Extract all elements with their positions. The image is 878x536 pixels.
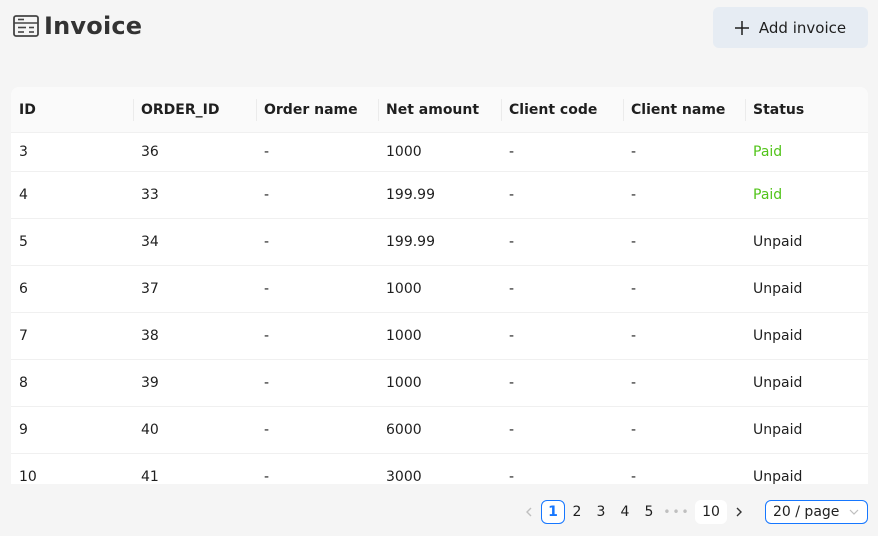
prev-page-button[interactable] bbox=[517, 500, 541, 524]
table-row[interactable]: 4 33 - 199.99 - - Paid bbox=[11, 172, 868, 219]
add-invoice-label: Add invoice bbox=[758, 18, 847, 37]
cell-net-amount: 199.99 bbox=[386, 187, 435, 203]
column-header-client-code[interactable]: Client code bbox=[501, 87, 623, 132]
cell-net-amount: 1000 bbox=[386, 328, 422, 344]
cell-status: Unpaid bbox=[753, 375, 803, 391]
cell-order-id: 41 bbox=[141, 469, 159, 484]
cell-net-amount: 1000 bbox=[386, 375, 422, 391]
cell-client-code: - bbox=[509, 281, 515, 297]
column-header-id[interactable]: ID bbox=[11, 87, 133, 132]
cell-net-amount: 3000 bbox=[386, 469, 422, 484]
page-3-button[interactable]: 3 bbox=[589, 500, 613, 524]
add-invoice-button[interactable]: Add invoice bbox=[713, 7, 868, 48]
cell-client-code: - bbox=[509, 422, 515, 438]
cell-id: 4 bbox=[19, 187, 28, 203]
table-row[interactable]: 7 38 - 1000 - - Unpaid bbox=[11, 313, 868, 360]
cell-status: Unpaid bbox=[753, 469, 803, 484]
cell-order-name: - bbox=[264, 281, 270, 297]
pagination: 1 2 3 4 5 ••• 10 20 / page bbox=[517, 500, 868, 524]
table-body: 3 36 - 1000 - - Paid 4 33 - 199.99 - - Paid 5 34 - 199.99… bbox=[11, 133, 868, 484]
cell-net-amount: 6000 bbox=[386, 422, 422, 438]
cell-id: 9 bbox=[19, 422, 28, 438]
page-size-value: 20 / page bbox=[773, 504, 840, 520]
next-page-button[interactable] bbox=[727, 500, 751, 524]
cell-order-id: 34 bbox=[141, 234, 159, 250]
page-5-button[interactable]: 5 bbox=[637, 500, 661, 524]
cell-client-code: - bbox=[509, 375, 515, 391]
cell-client-name: - bbox=[631, 375, 637, 391]
cell-order-id: 37 bbox=[141, 281, 159, 297]
table-row[interactable]: 6 37 - 1000 - - Unpaid bbox=[11, 266, 868, 313]
table-row[interactable]: 10 41 - 3000 - - Unpaid bbox=[11, 454, 868, 484]
cell-net-amount: 1000 bbox=[386, 281, 422, 297]
column-header-status[interactable]: Status bbox=[745, 87, 868, 132]
cell-id: 6 bbox=[19, 281, 28, 297]
cell-status: Unpaid bbox=[753, 328, 803, 344]
column-header-order-name[interactable]: Order name bbox=[256, 87, 378, 132]
column-header-net-amount[interactable]: Net amount bbox=[378, 87, 501, 132]
cell-status: Paid bbox=[753, 187, 783, 203]
cell-id: 5 bbox=[19, 234, 28, 250]
table-row[interactable]: 3 36 - 1000 - - Paid bbox=[11, 133, 868, 172]
cell-client-code: - bbox=[509, 469, 515, 484]
cell-client-name: - bbox=[631, 144, 637, 160]
cell-client-name: - bbox=[631, 234, 637, 250]
cell-order-name: - bbox=[264, 187, 270, 203]
cell-order-id: 38 bbox=[141, 328, 159, 344]
title-wrap: Invoice bbox=[12, 12, 142, 40]
cell-client-code: - bbox=[509, 144, 515, 160]
page-10-button[interactable]: 10 bbox=[695, 500, 727, 524]
jump-next-ellipsis[interactable]: ••• bbox=[661, 500, 693, 524]
cell-client-code: - bbox=[509, 328, 515, 344]
cell-order-id: 33 bbox=[141, 187, 159, 203]
cell-order-id: 40 bbox=[141, 422, 159, 438]
page-4-button[interactable]: 4 bbox=[613, 500, 637, 524]
cell-status: Paid bbox=[753, 144, 783, 160]
invoice-list-icon bbox=[13, 15, 39, 37]
cell-client-name: - bbox=[631, 187, 637, 203]
invoice-table: ID ORDER_ID Order name Net amount Client… bbox=[11, 87, 868, 484]
cell-order-name: - bbox=[264, 375, 270, 391]
table-row[interactable]: 8 39 - 1000 - - Unpaid bbox=[11, 360, 868, 407]
chevron-left-icon bbox=[526, 507, 532, 517]
chevron-down-icon bbox=[849, 509, 859, 515]
cell-order-id: 36 bbox=[141, 144, 159, 160]
table-row[interactable]: 5 34 - 199.99 - - Unpaid bbox=[11, 219, 868, 266]
cell-order-id: 39 bbox=[141, 375, 159, 391]
cell-id: 3 bbox=[19, 144, 28, 160]
cell-order-name: - bbox=[264, 469, 270, 484]
plus-icon bbox=[734, 20, 749, 35]
cell-client-code: - bbox=[509, 234, 515, 250]
cell-order-name: - bbox=[264, 144, 270, 160]
cell-net-amount: 199.99 bbox=[386, 234, 435, 250]
page-1-button[interactable]: 1 bbox=[541, 500, 565, 524]
cell-order-name: - bbox=[264, 234, 270, 250]
cell-client-name: - bbox=[631, 328, 637, 344]
cell-status: Unpaid bbox=[753, 234, 803, 250]
cell-id: 8 bbox=[19, 375, 28, 391]
column-header-order-id[interactable]: ORDER_ID bbox=[133, 87, 256, 132]
cell-id: 10 bbox=[19, 469, 37, 484]
cell-id: 7 bbox=[19, 328, 28, 344]
column-header-client-name[interactable]: Client name bbox=[623, 87, 745, 132]
page-header: Invoice Add invoice bbox=[12, 7, 868, 50]
cell-order-name: - bbox=[264, 328, 270, 344]
page-2-button[interactable]: 2 bbox=[565, 500, 589, 524]
cell-order-name: - bbox=[264, 422, 270, 438]
table-header: ID ORDER_ID Order name Net amount Client… bbox=[11, 87, 868, 133]
cell-status: Unpaid bbox=[753, 422, 803, 438]
cell-net-amount: 1000 bbox=[386, 144, 422, 160]
cell-client-name: - bbox=[631, 281, 637, 297]
page-title: Invoice bbox=[44, 12, 143, 40]
chevron-right-icon bbox=[736, 507, 742, 517]
cell-client-code: - bbox=[509, 187, 515, 203]
cell-client-name: - bbox=[631, 422, 637, 438]
cell-status: Unpaid bbox=[753, 281, 803, 297]
table-row[interactable]: 9 40 - 6000 - - Unpaid bbox=[11, 407, 868, 454]
cell-client-name: - bbox=[631, 469, 637, 484]
page-size-select[interactable]: 20 / page bbox=[765, 500, 868, 524]
